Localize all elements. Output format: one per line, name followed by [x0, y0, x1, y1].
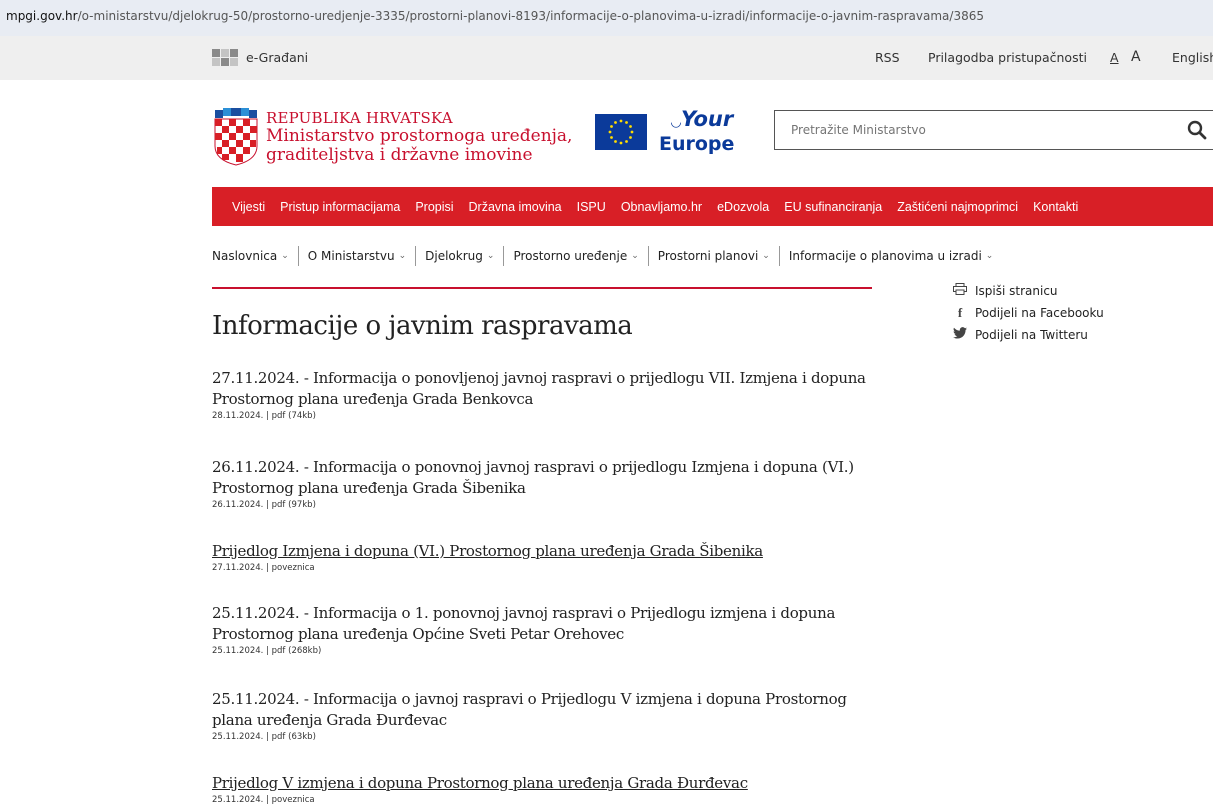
- address-bar[interactable]: mpgi.gov.hr/o-ministarstvu/djelokrug-50/…: [0, 0, 1213, 36]
- your-label: Your: [681, 107, 734, 131]
- list-item: 25.11.2024. - Informacija o 1. ponovnoj …: [212, 603, 872, 656]
- breadcrumb-naslovnica[interactable]: Naslovnica ⌄: [212, 249, 289, 263]
- url-path: /o-ministarstvu/djelokrug-50/prostorno-u…: [77, 9, 984, 23]
- chevron-down-icon: ⌄: [631, 251, 639, 261]
- nav-pristup-informacijama[interactable]: Pristup informacijama: [280, 200, 400, 214]
- nav-zasticeni-najmoprimci[interactable]: Zaštićeni najmoprimci: [897, 200, 1018, 214]
- site-header: REPUBLIKA HRVATSKA Ministarstvo prostorn…: [0, 80, 1213, 185]
- breadcrumb-djelokrug[interactable]: Djelokrug ⌄: [425, 249, 494, 263]
- breadcrumb-divider: [778, 246, 780, 266]
- nav-ispu[interactable]: ISPU: [577, 200, 606, 214]
- your-europe-logo[interactable]: ◡Your Europe: [659, 108, 734, 154]
- ministry-name[interactable]: REPUBLIKA HRVATSKA Ministarstvo prostorn…: [266, 109, 572, 165]
- nav-vijesti[interactable]: Vijesti: [232, 200, 265, 214]
- facebook-label: Podijeli na Facebooku: [975, 306, 1104, 320]
- list-item: 25.11.2024. - Informacija o javnoj raspr…: [212, 689, 872, 742]
- item-meta[interactable]: 25.11.2024. | pdf (268kb): [212, 646, 872, 656]
- nav-eu-sufinanciranja[interactable]: EU sufinanciranja: [784, 200, 882, 214]
- printer-icon: [952, 283, 968, 299]
- twitter-icon: [952, 327, 968, 343]
- page-title: Informacije o javnim raspravama: [212, 311, 633, 341]
- nav-edozvola[interactable]: eDozvola: [717, 200, 769, 214]
- title-divider: [212, 287, 872, 289]
- breadcrumb-prostorno-uredjenje[interactable]: Prostorno uređenje ⌄: [513, 249, 638, 263]
- breadcrumb-label: Prostorno uređenje: [513, 249, 628, 263]
- breadcrumb: Naslovnica ⌄ O Ministarstvu ⌄ Djelokrug ⌄ P…: [212, 246, 993, 266]
- list-item: 27.11.2024. - Informacija o ponovljenoj …: [212, 368, 872, 421]
- item-meta[interactable]: 25.11.2024. | pdf (63kb): [212, 732, 872, 742]
- item-title[interactable]: 25.11.2024. - Informacija o 1. ponovnoj …: [212, 603, 872, 645]
- egradjani-icon: [212, 49, 238, 66]
- search-input[interactable]: [789, 122, 1153, 138]
- breadcrumb-label: Djelokrug: [425, 249, 483, 263]
- brand-line-1: REPUBLIKA HRVATSKA: [266, 109, 453, 127]
- share-twitter-link[interactable]: Podijeli na Twitteru: [952, 324, 1104, 346]
- coat-of-arms-icon[interactable]: [214, 108, 258, 166]
- item-title[interactable]: Prijedlog Izmjena i dopuna (VI.) Prostor…: [212, 541, 872, 562]
- list-item: 26.11.2024. - Informacija o ponovnoj jav…: [212, 457, 872, 510]
- breadcrumb-prostorni-planovi[interactable]: Prostorni planovi ⌄: [658, 249, 770, 263]
- nav-propisi[interactable]: Propisi: [415, 200, 453, 214]
- share-tools: Ispiši stranicu f Podijeli na Facebooku …: [952, 280, 1104, 346]
- chevron-down-icon: ⌄: [762, 251, 770, 261]
- breadcrumb-label: Prostorni planovi: [657, 249, 759, 263]
- nav-obnavljamo[interactable]: Obnavljamo.hr: [621, 200, 702, 214]
- breadcrumb-o-ministarstvu[interactable]: O Ministarstvu ⌄: [308, 249, 406, 263]
- chevron-down-icon: ⌄: [398, 251, 407, 261]
- accessibility-link[interactable]: Prilagodba pristupačnosti: [928, 50, 1087, 65]
- list-item: Prijedlog Izmjena i dopuna (VI.) Prostor…: [212, 541, 872, 573]
- brand-line-3: graditeljstva i državne imovine: [266, 145, 533, 165]
- item-title[interactable]: 26.11.2024. - Informacija o ponovnoj jav…: [212, 457, 872, 499]
- item-meta[interactable]: 28.11.2024. | pdf (74kb): [212, 411, 872, 421]
- language-link[interactable]: English: [1172, 50, 1213, 65]
- breadcrumb-informacije-o-planovima[interactable]: Informacije o planovima u izradi ⌄: [789, 249, 993, 263]
- main-navigation: Vijesti Pristup informacijama Propisi Dr…: [212, 187, 1213, 226]
- list-item: Prijedlog V izmjena i dopuna Prostornog …: [212, 773, 872, 805]
- item-title[interactable]: 25.11.2024. - Informacija o javnoj raspr…: [212, 689, 872, 731]
- print-label: Ispiši stranicu: [975, 284, 1058, 298]
- item-title[interactable]: Prijedlog V izmjena i dopuna Prostornog …: [212, 773, 872, 794]
- breadcrumb-divider: [503, 246, 505, 266]
- europe-label: Europe: [659, 133, 735, 155]
- top-utility-bar: e-Građani RSS Prilagodba pristupačnosti …: [0, 36, 1213, 80]
- chevron-down-icon: ⌄: [281, 251, 289, 261]
- print-link[interactable]: Ispiši stranicu: [952, 280, 1104, 302]
- item-title[interactable]: 27.11.2024. - Informacija o ponovljenoj …: [212, 368, 872, 410]
- item-meta[interactable]: 26.11.2024. | pdf (97kb): [212, 500, 872, 510]
- chevron-down-icon: ⌄: [486, 251, 495, 261]
- egradjani-label: e-Građani: [246, 50, 309, 65]
- item-meta[interactable]: 25.11.2024. | poveznica: [212, 795, 872, 805]
- chevron-down-icon: ⌄: [985, 251, 994, 261]
- rss-link[interactable]: RSS: [875, 50, 900, 65]
- nav-kontakti[interactable]: Kontakti: [1033, 200, 1078, 214]
- item-meta[interactable]: 27.11.2024. | poveznica: [212, 563, 872, 573]
- breadcrumb-divider: [297, 246, 299, 266]
- eu-flag-icon[interactable]: [595, 114, 647, 150]
- facebook-icon: f: [957, 305, 963, 320]
- egradjani-link[interactable]: e-Građani: [212, 49, 308, 66]
- nav-drzavna-imovina[interactable]: Državna imovina: [469, 200, 562, 214]
- font-large-button[interactable]: A: [1131, 49, 1141, 65]
- url-domain: mpgi.gov.hr: [6, 9, 78, 23]
- search-icon[interactable]: [1187, 120, 1207, 140]
- breadcrumb-label: Informacije o planovima u izradi: [788, 249, 982, 263]
- breadcrumb-label: O Ministarstvu: [307, 249, 395, 263]
- search-box: [774, 110, 1213, 150]
- smile-icon: ◡: [671, 115, 681, 130]
- brand-line-2: Ministarstvo prostornoga uređenja,: [266, 126, 573, 146]
- twitter-label: Podijeli na Twitteru: [975, 328, 1088, 342]
- share-facebook-link[interactable]: f Podijeli na Facebooku: [952, 302, 1104, 324]
- breadcrumb-label: Naslovnica: [212, 249, 278, 263]
- breadcrumb-divider: [647, 246, 649, 266]
- font-small-button[interactable]: A: [1110, 50, 1119, 65]
- breadcrumb-divider: [415, 246, 417, 266]
